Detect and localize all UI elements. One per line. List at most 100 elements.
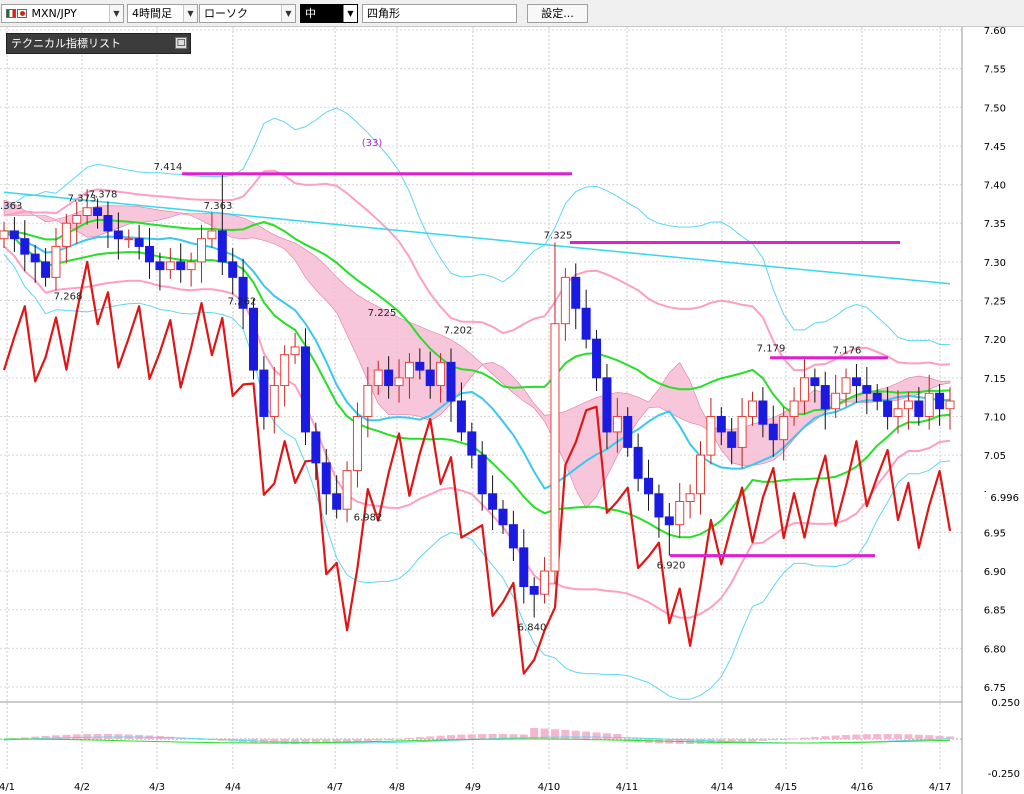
candle-body bbox=[799, 377, 809, 402]
price-tick-label: 7.55 bbox=[984, 65, 1006, 76]
candle-body bbox=[903, 400, 913, 410]
candle-body bbox=[519, 547, 529, 588]
japan-flag-icon bbox=[17, 9, 27, 18]
oscillator-bar bbox=[779, 739, 788, 740]
oscillator-bar bbox=[852, 734, 861, 739]
date-tick-label: 4/9 bbox=[465, 782, 481, 793]
candle-body bbox=[217, 230, 227, 263]
candle-body bbox=[436, 361, 446, 387]
oscillator-bar bbox=[405, 737, 414, 739]
size-select[interactable]: 中 ▼ bbox=[300, 4, 358, 23]
candle-body bbox=[228, 261, 238, 278]
candle-body bbox=[384, 369, 394, 387]
oscillator-bar bbox=[894, 734, 903, 739]
candle-body bbox=[311, 431, 321, 464]
candle-body bbox=[675, 500, 685, 526]
chevron-down-icon[interactable]: ▼ bbox=[281, 5, 295, 22]
price-tick-label: 7.40 bbox=[984, 181, 1006, 192]
candle-body bbox=[176, 261, 186, 271]
candle-body bbox=[758, 400, 768, 425]
oscillator-max-label: 0.250 bbox=[991, 698, 1020, 709]
candle-body bbox=[851, 377, 861, 387]
chevron-down-icon[interactable]: ▼ bbox=[109, 5, 123, 22]
candle-body bbox=[841, 377, 851, 394]
price-axis: 7.60 7.55 7.50 7.45 7.40 7.35 7.30 7.25 7.20 7.15… bbox=[984, 26, 1022, 694]
candle-body bbox=[425, 369, 435, 387]
maximize-icon[interactable]: □ bbox=[175, 37, 187, 49]
oscillator-bar bbox=[457, 734, 466, 739]
price-label: 6.982 bbox=[354, 513, 383, 524]
date-tick-label: 4/2 bbox=[74, 782, 90, 793]
price-label: 7.363 bbox=[204, 201, 233, 212]
technical-indicator-list[interactable]: テクニカル指標リスト □ bbox=[6, 33, 191, 54]
candle-body bbox=[529, 586, 539, 595]
price-tick-label: 6.75 bbox=[984, 683, 1006, 694]
candle-body bbox=[280, 354, 290, 387]
oscillator-bar bbox=[862, 734, 871, 739]
candle-body bbox=[633, 446, 643, 479]
candle-body bbox=[477, 454, 487, 495]
lagging-span-line bbox=[2, 260, 952, 675]
candle-body bbox=[446, 361, 456, 402]
oscillator-bar bbox=[613, 733, 622, 739]
candle-body bbox=[872, 392, 882, 402]
candle-body bbox=[716, 415, 726, 433]
oscillator-bar bbox=[561, 729, 570, 739]
price-tick-label: 7.35 bbox=[984, 219, 1006, 230]
price-label: 7.225 bbox=[368, 308, 397, 319]
candle-body bbox=[342, 470, 352, 510]
oscillator-bar bbox=[93, 734, 102, 739]
drawing-tool-field[interactable]: 四角形 bbox=[362, 4, 517, 23]
candle-body bbox=[259, 369, 269, 417]
oscillator-line-slow bbox=[4, 738, 951, 744]
price-tick-label: 6.95 bbox=[984, 528, 1006, 539]
chart-type-select[interactable]: ローソク ▼ bbox=[199, 4, 296, 23]
candle-body bbox=[571, 276, 581, 309]
oscillator-bar bbox=[83, 734, 92, 739]
settings-button[interactable]: 設定... bbox=[527, 4, 588, 23]
price-chart[interactable]: 7.3637.3737.3787.4147.2627.2687.3637.225… bbox=[0, 0, 1024, 794]
candle-body bbox=[373, 369, 383, 387]
candle-body bbox=[456, 400, 466, 433]
candle-body bbox=[93, 207, 103, 217]
oscillator-bar bbox=[769, 739, 778, 741]
price-label: 6.920 bbox=[657, 561, 686, 572]
oscillator-bar bbox=[374, 739, 383, 741]
candle-body bbox=[145, 245, 155, 263]
candle-body bbox=[737, 415, 747, 448]
candle-body bbox=[20, 238, 30, 255]
candle-body bbox=[394, 377, 404, 387]
price-label: 7.325 bbox=[544, 231, 573, 242]
oscillator-bar bbox=[790, 738, 799, 740]
candle-body bbox=[664, 516, 674, 526]
oscillator-bar bbox=[426, 736, 435, 739]
oscillator-bar bbox=[602, 733, 611, 739]
candle-body bbox=[186, 261, 196, 271]
chevron-down-icon[interactable]: ▼ bbox=[343, 5, 357, 22]
oscillator-bar bbox=[925, 735, 934, 739]
candle-body bbox=[300, 346, 310, 433]
oscillator-bar bbox=[571, 730, 580, 739]
bollinger-lower-outer bbox=[3, 253, 951, 700]
oscillator-bar bbox=[883, 734, 892, 739]
timeframe-select[interactable]: 4時間足 ▼ bbox=[127, 4, 198, 23]
price-label: 7.363 bbox=[0, 201, 22, 212]
candle-body bbox=[363, 385, 373, 417]
oscillator-bar bbox=[447, 735, 456, 739]
date-tick-label: 4/14 bbox=[711, 782, 733, 793]
candle-body bbox=[602, 377, 612, 433]
candle-body bbox=[332, 493, 342, 510]
price-tick-label: 7.10 bbox=[984, 412, 1006, 423]
candle-body bbox=[61, 222, 71, 247]
date-tick-label: 4/3 bbox=[149, 782, 165, 793]
price-label: 7.268 bbox=[54, 292, 83, 303]
chevron-down-icon[interactable]: ▼ bbox=[183, 5, 197, 22]
price-label: 7.262 bbox=[228, 296, 257, 307]
candle-body bbox=[706, 415, 716, 456]
date-tick-label: 4/15 bbox=[775, 782, 797, 793]
candle-body bbox=[207, 230, 217, 240]
candle-body bbox=[290, 346, 300, 356]
chart-type-value: ローソク bbox=[204, 7, 248, 20]
symbol-select[interactable]: MXN/JPY ▼ bbox=[1, 4, 124, 23]
price-label: 7.414 bbox=[154, 162, 183, 173]
